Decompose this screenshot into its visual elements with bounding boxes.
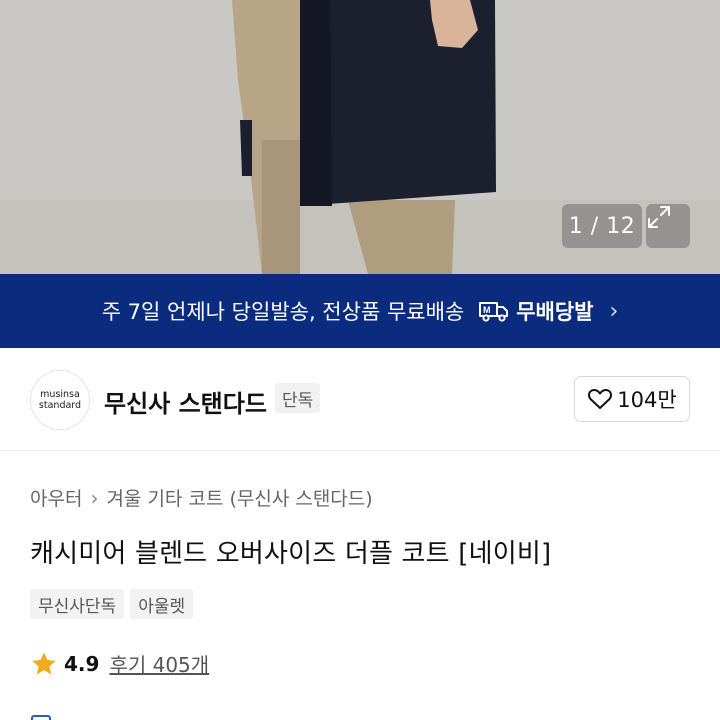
tag: 무신사단독 <box>30 589 125 619</box>
brand-logo-line2: standard <box>38 400 82 411</box>
like-count: 104만 <box>617 388 677 412</box>
exclusive-badge: 단독 <box>275 383 321 413</box>
delivery-banner-text: 주 7일 언제나 당일발송, 전상품 무료배송 <box>101 300 465 324</box>
expand-button[interactable] <box>646 204 690 248</box>
breadcrumb-item[interactable]: 아우터 <box>30 484 82 511</box>
delivery-truck-icon: M <box>479 302 509 322</box>
tag: 아울렛 <box>130 589 194 619</box>
cut-off-line <box>30 710 450 720</box>
heart-outline-icon <box>588 389 613 409</box>
chevron-right-icon: › <box>90 485 99 510</box>
brand-logo[interactable]: musinsa standard <box>30 370 90 430</box>
expand-arrows-icon <box>648 206 670 228</box>
rating-score: 4.9 <box>64 651 100 676</box>
delivery-brand: M 무배당발 <box>478 296 594 326</box>
delivery-brand-label: 무배당발 <box>516 300 594 324</box>
product-image[interactable]: 1 / 12 <box>0 0 720 274</box>
like-button[interactable]: 104만 <box>574 376 690 422</box>
divider <box>0 450 720 451</box>
rating: 4.9 후기 405개 <box>30 649 209 678</box>
brand-row: musinsa standard 무신사 스탠다드 단독 104만 <box>0 348 720 450</box>
brand-logo-line1: musinsa <box>40 389 80 400</box>
delivery-banner[interactable]: 주 7일 언제나 당일발송, 전상품 무료배송 M 무배당발 › <box>0 274 720 348</box>
brand-name[interactable]: 무신사 스탠다드 <box>104 384 267 419</box>
chevron-right-icon: › <box>609 298 619 324</box>
product-tags: 무신사단독 아울렛 <box>30 589 194 619</box>
product-title: 캐시미어 블렌드 오버사이즈 더플 코트 [네이비] <box>30 539 552 569</box>
image-counter: 1 / 12 <box>562 204 642 248</box>
calendar-icon <box>31 715 51 720</box>
star-icon <box>32 651 56 674</box>
review-count-link[interactable]: 후기 405개 <box>109 649 209 678</box>
svg-text:M: M <box>483 305 491 315</box>
breadcrumb: 아우터 › 겨울 기타 코트 (무신사 스탠다드) <box>30 484 373 511</box>
breadcrumb-item[interactable]: 겨울 기타 코트 (무신사 스탠다드) <box>106 484 372 511</box>
